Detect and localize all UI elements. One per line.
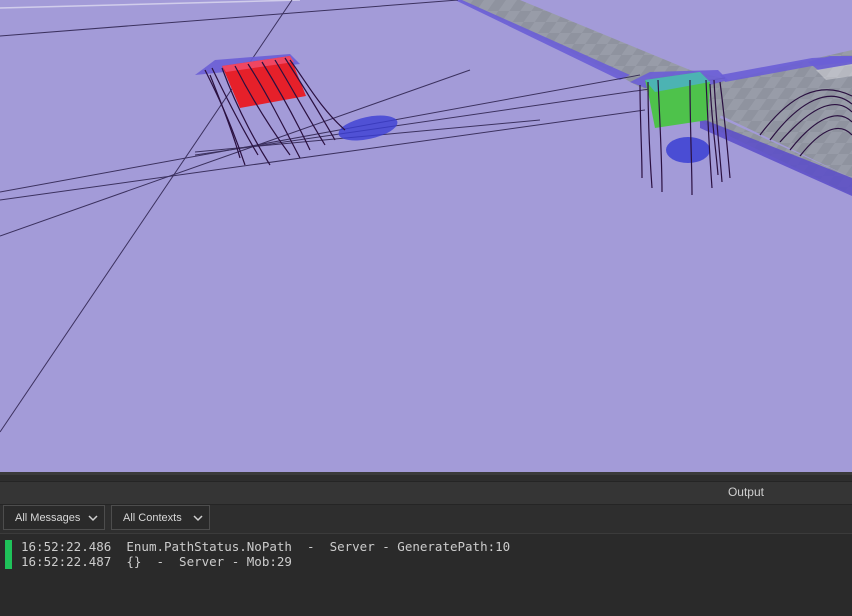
log-source-marker: [5, 540, 12, 569]
log-message: {} - Server - Mob:29: [126, 554, 292, 569]
context-filter-dropdown[interactable]: All Contexts: [111, 505, 210, 530]
message-filter-dropdown[interactable]: All Messages: [3, 505, 105, 530]
3d-viewport[interactable]: [0, 0, 852, 474]
log-entry[interactable]: 16:52:22.486 Enum.PathStatus.NoPath - Se…: [21, 539, 510, 554]
log-timestamp: 16:52:22.486: [21, 539, 112, 554]
chevron-down-icon: [193, 515, 203, 522]
log-message: Enum.PathStatus.NoPath - Server - Genera…: [126, 539, 511, 554]
output-panel: Output All Messages All Contexts 16:52:2…: [0, 475, 852, 616]
log-entry[interactable]: 16:52:22.487 {} - Server - Mob:29: [21, 554, 292, 569]
scene-render: [0, 0, 852, 474]
green-part-shadow: [666, 137, 710, 163]
output-title: Output: [727, 485, 764, 499]
context-filter-label: All Contexts: [123, 512, 182, 524]
log-timestamp: 16:52:22.487: [21, 554, 112, 569]
output-log[interactable]: 16:52:22.486 Enum.PathStatus.NoPath - Se…: [0, 533, 852, 616]
chevron-down-icon: [88, 515, 98, 522]
output-header: Output: [0, 481, 852, 505]
message-filter-label: All Messages: [15, 512, 81, 524]
